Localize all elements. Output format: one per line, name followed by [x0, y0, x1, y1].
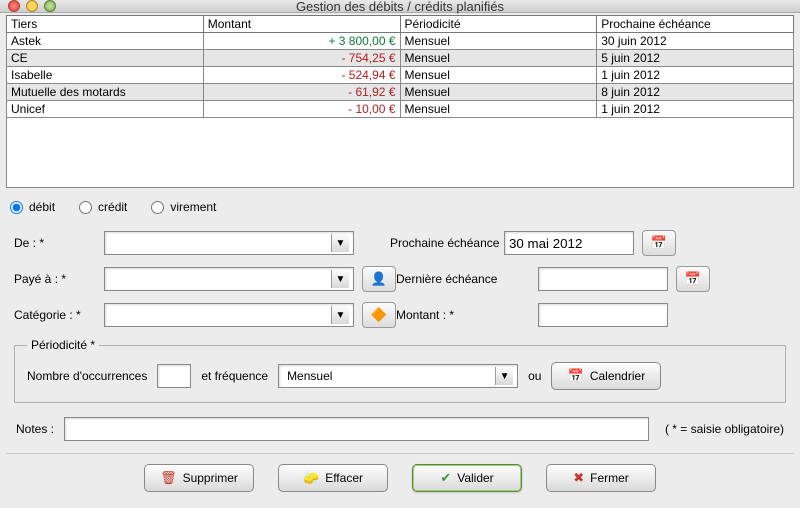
paye-action-button[interactable]: 👤 [362, 266, 396, 292]
label-derniere: Dernière échéance [396, 272, 538, 286]
periodicite-legend: Périodicité * [27, 338, 99, 352]
label-frequence: et fréquence [201, 369, 268, 383]
label-notes: Notes : [16, 422, 54, 436]
table-row[interactable]: Mutuelle des motards- 61,92 €Mensuel8 ju… [7, 84, 794, 101]
radio-debit[interactable]: débit [10, 200, 55, 214]
chevron-down-icon: ▼ [495, 367, 513, 385]
input-montant[interactable] [538, 303, 668, 327]
input-occurrences[interactable] [157, 364, 191, 388]
categorie-action-button[interactable]: 🔶 [362, 302, 396, 328]
fermer-button[interactable]: ✖Fermer [546, 464, 656, 492]
col-periodicite[interactable]: Périodicité [400, 16, 597, 33]
combo-de[interactable]: ▼ [104, 231, 354, 255]
chevron-down-icon: ▼ [331, 234, 349, 252]
table-row[interactable]: Isabelle- 524,94 €Mensuel1 juin 2012 [7, 67, 794, 84]
radio-credit[interactable]: crédit [79, 200, 127, 214]
valider-button[interactable]: ✔Valider [412, 464, 522, 492]
label-categorie: Catégorie : * [14, 308, 104, 322]
window-title: Gestion des débits / crédits planifiés [0, 0, 800, 14]
table-empty-area [6, 118, 794, 188]
calendar-icon: 📅 [568, 368, 584, 384]
titlebar: Gestion des débits / crédits planifiés [0, 0, 800, 13]
close-icon: ✖ [573, 470, 584, 486]
type-radio-group: débit crédit virement [6, 188, 794, 224]
col-echeance[interactable]: Prochaine échéance [597, 16, 794, 33]
category-icon: 🔶 [371, 307, 387, 323]
label-montant: Montant : * [396, 308, 538, 322]
label-de: De : * [14, 236, 104, 250]
mandatory-hint: ( * = saisie obligatoire) [659, 422, 784, 436]
combo-frequence[interactable]: Mensuel ▼ [278, 364, 518, 388]
person-icon: 👤 [371, 271, 387, 287]
chevron-down-icon: ▼ [331, 270, 349, 288]
radio-virement[interactable]: virement [151, 200, 216, 214]
calendrier-button[interactable]: 📅Calendrier [551, 362, 661, 390]
label-ou: ou [528, 369, 541, 383]
label-paye: Payé à : * [14, 272, 104, 286]
trash-icon: 🗑 [160, 470, 177, 486]
periodicite-group: Périodicité * Nombre d'occurrences et fr… [14, 338, 786, 403]
col-montant[interactable]: Montant [203, 16, 400, 33]
supprimer-button[interactable]: 🗑Supprimer [144, 464, 254, 492]
check-icon: ✔ [440, 470, 451, 486]
combo-paye[interactable]: ▼ [104, 267, 354, 291]
col-tiers[interactable]: Tiers [7, 16, 204, 33]
table-row[interactable]: CE- 754,25 €Mensuel5 juin 2012 [7, 50, 794, 67]
table-row[interactable]: Unicef- 10,00 €Mensuel1 juin 2012 [7, 101, 794, 118]
chevron-down-icon: ▼ [331, 306, 349, 324]
input-notes[interactable] [64, 417, 649, 441]
effacer-button[interactable]: 🧽Effacer [278, 464, 388, 492]
frequence-value: Mensuel [283, 369, 332, 383]
table-row[interactable]: Astek+ 3 800,00 €Mensuel30 juin 2012 [7, 33, 794, 50]
calendar-picker-prochaine[interactable]: 📅 [642, 230, 676, 256]
scheduled-table[interactable]: Tiers Montant Périodicité Prochaine éché… [6, 15, 794, 118]
combo-categorie[interactable]: ▼ [104, 303, 354, 327]
eraser-icon: 🧽 [303, 470, 319, 486]
label-prochaine: Prochaine échéance [354, 236, 504, 250]
calendar-icon: 📅 [651, 235, 667, 251]
label-occurrences: Nombre d'occurrences [27, 369, 147, 383]
calendar-picker-derniere[interactable]: 📅 [676, 266, 710, 292]
calendar-icon: 📅 [685, 271, 701, 287]
input-derniere-echeance[interactable] [538, 267, 668, 291]
input-prochaine-echeance[interactable] [504, 231, 634, 255]
